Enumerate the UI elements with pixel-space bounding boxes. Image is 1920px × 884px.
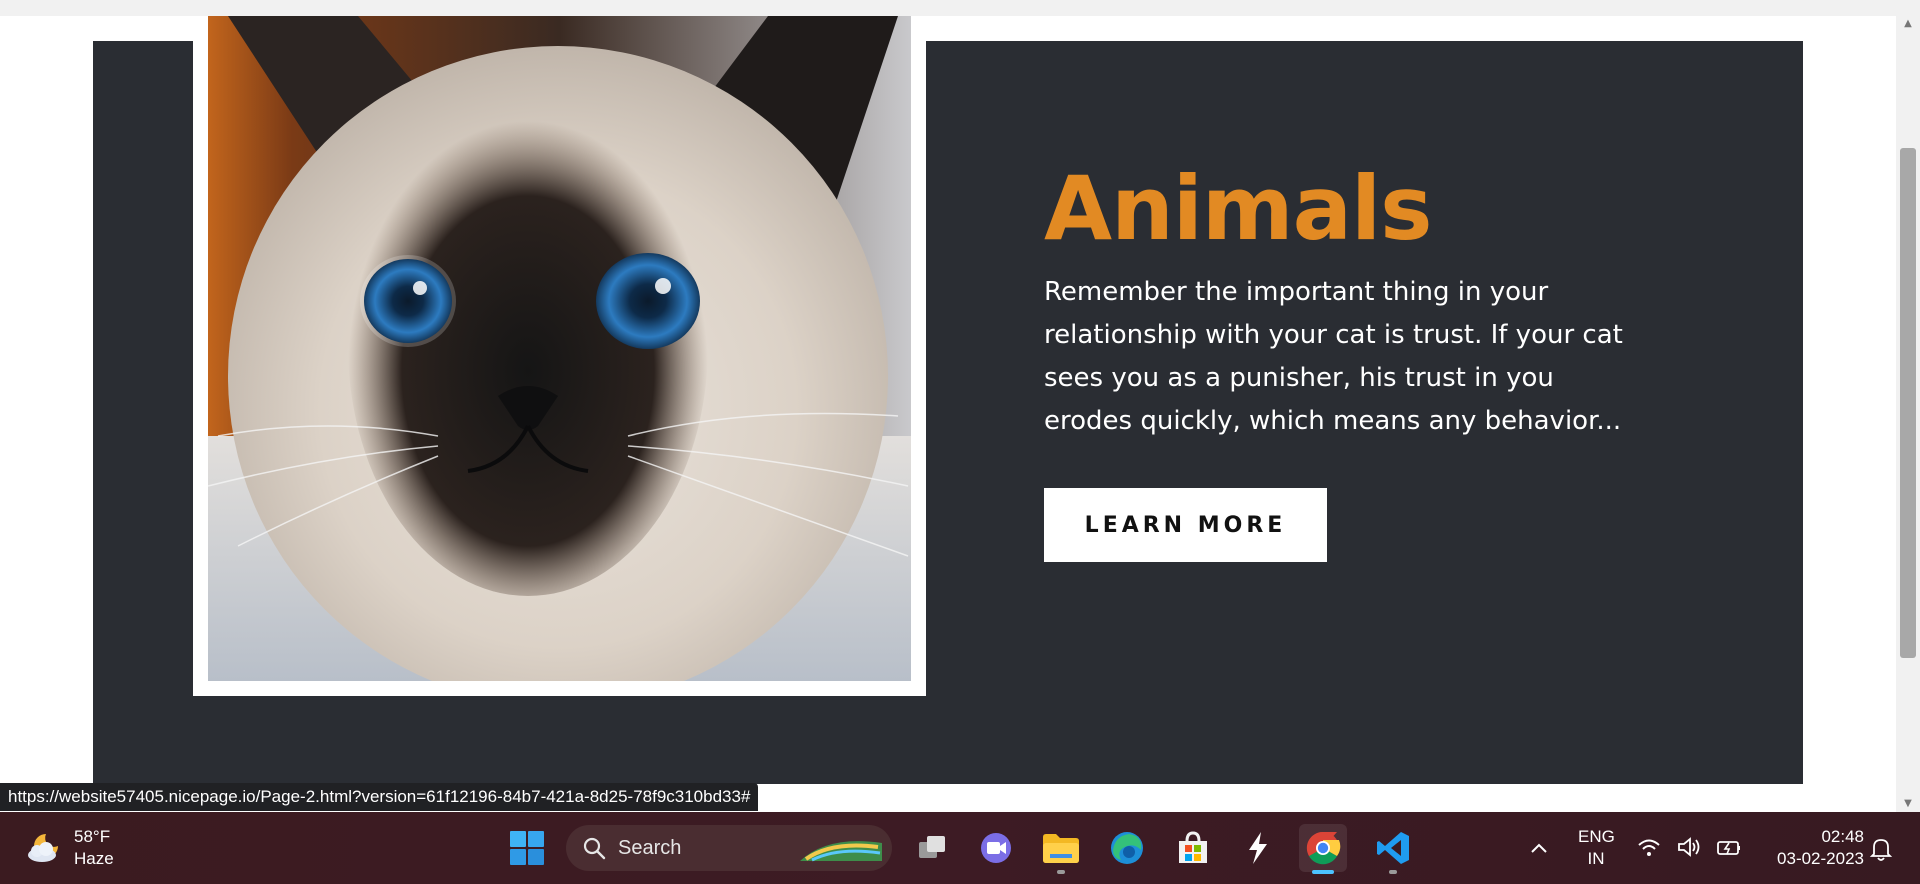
teams-chat-icon (981, 833, 1011, 863)
cat-illustration (208, 16, 911, 681)
store-icon (1179, 831, 1207, 863)
clock[interactable]: 02:48 03-02-2023 (1756, 826, 1864, 870)
store-button[interactable] (1169, 824, 1217, 872)
folder-icon (1043, 834, 1079, 863)
status-bar-url: https://website57405.nicepage.io/Page-2.… (0, 783, 759, 811)
volume-icon[interactable] (1676, 834, 1702, 860)
edge-button[interactable] (1103, 824, 1151, 872)
clock-date: 03-02-2023 (1777, 849, 1864, 868)
start-button[interactable] (503, 824, 551, 872)
lightning-app-button[interactable] (1234, 824, 1282, 872)
search-highlight-icon (800, 841, 882, 862)
running-indicator (1057, 870, 1065, 874)
system-tray[interactable] (1636, 834, 1742, 860)
scroll-down-arrow-icon[interactable]: ▼ (1896, 796, 1920, 812)
taskbar-search[interactable]: Search (566, 825, 892, 871)
running-indicator (1389, 870, 1397, 874)
teams-chat-button[interactable] (972, 824, 1020, 872)
vscode-icon (1377, 832, 1409, 864)
chevron-up-icon[interactable] (1524, 836, 1554, 860)
vscode-button[interactable] (1369, 824, 1417, 874)
chrome-button[interactable] (1299, 824, 1347, 874)
weather-widget[interactable]: 58°F Haze (24, 826, 114, 870)
wifi-icon[interactable] (1636, 834, 1662, 860)
task-view-icon (919, 836, 945, 858)
search-label: Search (618, 836, 682, 859)
learn-more-button[interactable]: LEARN MORE (1044, 488, 1327, 562)
task-view-button[interactable] (908, 824, 956, 872)
active-indicator (1312, 870, 1334, 874)
clock-time: 02:48 (1821, 827, 1864, 846)
cloud-moon-icon (28, 834, 58, 862)
page-heading: Animals (1044, 157, 1433, 260)
taskbar: 58°F Haze Search ENG IN 02:48 03-02-2023 (0, 812, 1920, 884)
region-code: IN (1587, 849, 1605, 868)
cat-photo (208, 16, 911, 681)
chrome-icon (1306, 831, 1341, 865)
edge-icon (1111, 832, 1143, 864)
body-paragraph: Remember the important thing in your rel… (1044, 277, 1623, 436)
lightning-icon (1249, 832, 1267, 864)
scroll-thumb[interactable] (1900, 148, 1916, 658)
notification-bell-icon[interactable] (1866, 834, 1896, 864)
scroll-up-arrow-icon[interactable]: ▲ (1896, 16, 1920, 32)
weather-temp: 58°F (74, 827, 111, 846)
windows-icon (510, 831, 544, 865)
language-code: ENG (1578, 827, 1615, 846)
weather-condition: Haze (74, 849, 114, 868)
language-indicator[interactable]: ENG IN (1578, 826, 1615, 870)
search-icon (583, 837, 606, 860)
browser-viewport: Animals Remember the important thing in … (0, 16, 1920, 812)
battery-icon[interactable] (1716, 834, 1742, 860)
file-explorer-button[interactable] (1037, 824, 1085, 874)
vertical-scrollbar[interactable]: ▲ ▼ (1896, 16, 1920, 812)
